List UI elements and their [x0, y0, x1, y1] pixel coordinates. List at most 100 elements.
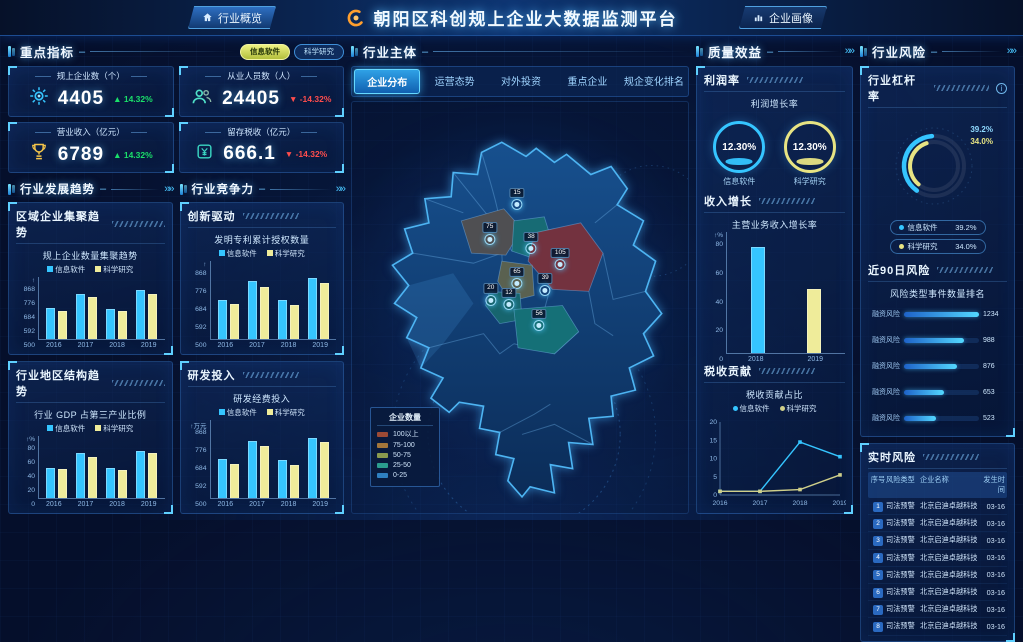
row-index: 2	[870, 518, 886, 529]
chart-title: 行业 GDP 占第三产业比例	[16, 408, 165, 421]
legend-entry: 科学研究	[780, 403, 817, 414]
trophy-icon	[29, 142, 49, 167]
expand-arrows-icon[interactable]: »»	[845, 46, 853, 57]
map-marker[interactable]: 38	[523, 232, 538, 255]
legend-entry: 信息软件	[733, 403, 770, 414]
hbar-label: 融资风险	[868, 387, 900, 397]
bar-group	[807, 232, 821, 353]
info-icon[interactable]: i	[996, 83, 1007, 94]
panel-ornament-icon	[696, 46, 703, 57]
map-marker[interactable]: 75	[482, 222, 497, 245]
map-marker[interactable]: 12	[501, 287, 516, 310]
x-tick-label: 2019	[312, 501, 328, 508]
leverage-legend: 信息软件39.2%科学研究34.0%	[868, 220, 1007, 254]
key-indicator-stats: 规上企业数（个）4405▲ 14.32%从业人员数（人）24405▼ -14.3…	[8, 66, 344, 173]
header-dash: –	[931, 46, 937, 58]
leverage-value-science: 34.0%	[970, 136, 993, 148]
table-row[interactable]: 3司法预警北京启迪卓越科技有限公司03-16	[868, 532, 1007, 549]
bar-group	[248, 261, 269, 339]
stat-label: 营业收入（亿元）	[15, 126, 167, 138]
nav-enterprise-portrait-button[interactable]: 企业画像	[739, 6, 827, 29]
stat-value: 6789	[58, 144, 104, 166]
hatch-decoration	[923, 454, 979, 460]
tab-重点企业[interactable]: 重点企业	[555, 69, 619, 94]
main-header: 行业概览 朝阳区科创规上企业大数据监测平台 企业画像	[0, 0, 1023, 36]
tab-对外投资[interactable]: 对外投资	[489, 69, 553, 94]
nav-industry-overview-button[interactable]: 行业概览	[188, 6, 276, 29]
panel-left-column: 重点指标 – 信息软件科学研究 规上企业数（个）4405▲ 14.32%从业人员…	[8, 40, 344, 514]
card-subhead: 研发投入	[188, 367, 337, 387]
leverage-legend-item: 信息软件39.2%	[890, 220, 986, 235]
event-time: 03-16	[977, 605, 1005, 614]
panel-ornament-icon	[180, 184, 187, 195]
table-row[interactable]: 2司法预警北京启迪卓越科技有限公司03-16	[868, 515, 1007, 532]
tab-运营态势[interactable]: 运营态势	[422, 69, 486, 94]
expand-arrows-icon[interactable]: »»	[336, 184, 344, 195]
profit-gauges: 12.30%12.30%	[704, 121, 845, 173]
tax-section: 税收贡献 税收贡献占比信息软件科学研究051015202016201720182…	[704, 363, 845, 508]
table-row[interactable]: 8司法预警北京启迪卓越科技有限公司03-16	[868, 618, 1007, 635]
card-subtitle: 创新驱动	[188, 208, 236, 224]
chart-title: 发明专利累计授权数量	[188, 233, 337, 246]
nav-enterprise-portrait-label: 企业画像	[769, 10, 813, 26]
map-marker[interactable]: 105	[551, 248, 570, 271]
hatch-decoration	[112, 380, 164, 386]
header-dash: –	[422, 46, 428, 58]
map-marker[interactable]: 65	[509, 267, 524, 290]
expand-arrows-icon[interactable]: »»	[1007, 46, 1015, 57]
bar	[320, 283, 329, 339]
tab-企业分布[interactable]: 企业分布	[354, 69, 420, 94]
chart-title: 风险类型事件数量排名	[868, 287, 1007, 300]
tab-规企变化排名[interactable]: 规企变化排名	[622, 69, 686, 94]
legend-swatch	[219, 409, 225, 415]
map-legend-item: 75-100	[377, 442, 433, 449]
legend-entry: 科学研究	[95, 423, 133, 434]
header-dash: –	[767, 46, 773, 58]
risk-top-card: 行业杠杆率 i 39.2% 34.0% 信息软件39.2%科学研究34.0%	[860, 66, 1015, 437]
leverage-gauge: 39.2% 34.0%	[868, 110, 1007, 218]
header-dash: –	[259, 183, 265, 195]
card-subtitle: 收入增长	[704, 193, 752, 209]
map-marker[interactable]: 39	[538, 273, 553, 296]
table-row[interactable]: 4司法预警北京启迪卓越科技有限公司03-16	[868, 550, 1007, 567]
realtime-risk-card: 实时风险 序号风险类型企业名称发生时间1司法预警北京启迪卓越科技有限公司03-1…	[860, 443, 1015, 642]
y-axis: ↑868776684592500	[188, 261, 210, 349]
map-marker[interactable]: 20	[483, 283, 498, 306]
legend-label: 信息软件	[908, 222, 938, 233]
industry-toggle-active[interactable]: 信息软件	[240, 44, 290, 60]
map-marker[interactable]: 15	[509, 188, 524, 211]
platform-logo-icon	[346, 8, 366, 28]
x-tick-label: 2016	[218, 501, 234, 508]
map-marker[interactable]: 56	[532, 309, 547, 332]
table-row[interactable]: 1司法预警北京启迪卓越科技有限公司03-16	[868, 498, 1007, 515]
event-time: 03-16	[977, 588, 1005, 597]
bar	[88, 457, 97, 498]
header-line	[433, 51, 689, 52]
company-name: 北京启迪卓越科技有限公司	[920, 604, 977, 614]
stat-body: 4405▲ 14.32%	[15, 86, 167, 111]
chart-body: ↑万元8687766845925002016201720182019	[188, 420, 337, 508]
legend-entry: 科学研究	[267, 407, 305, 418]
table-row[interactable]: 7司法预警北京启迪卓越科技有限公司03-16	[868, 601, 1007, 618]
bar	[230, 464, 239, 498]
card-rnd-investment: 研发投入 研发经费投入信息软件科学研究↑万元868776684592500201…	[180, 361, 345, 514]
quality-card: 利润率 利润增长率 12.30%12.30% 信息软件科学研究 收入增长 主营业…	[696, 66, 853, 514]
x-tick-label: 2019	[312, 342, 328, 349]
table-row[interactable]: 6司法预警北京启迪卓越科技有限公司03-16	[868, 584, 1007, 601]
chart-title: 主营业务收入增长率	[704, 218, 845, 231]
bar	[308, 278, 317, 339]
plot-wrap: 2016201720182019	[38, 436, 165, 508]
svg-text:2018: 2018	[792, 500, 807, 507]
plot-area	[210, 261, 337, 340]
index-badge: 1	[873, 502, 883, 512]
x-tick-label: 2017	[78, 501, 94, 508]
industry-toggle-inactive[interactable]: 科学研究	[294, 44, 344, 60]
expand-arrows-icon[interactable]: »»	[164, 184, 172, 195]
map-legend-item: 50-75	[377, 452, 433, 459]
header-dash: –	[79, 46, 85, 58]
chart-legend: 信息软件科学研究	[16, 423, 165, 434]
tick-label: 500	[188, 342, 207, 349]
chart-legend: 信息软件科学研究	[16, 264, 165, 275]
table-row[interactable]: 5司法预警北京启迪卓越科技有限公司03-16	[868, 567, 1007, 584]
map-legend-item: 25-50	[377, 462, 433, 469]
